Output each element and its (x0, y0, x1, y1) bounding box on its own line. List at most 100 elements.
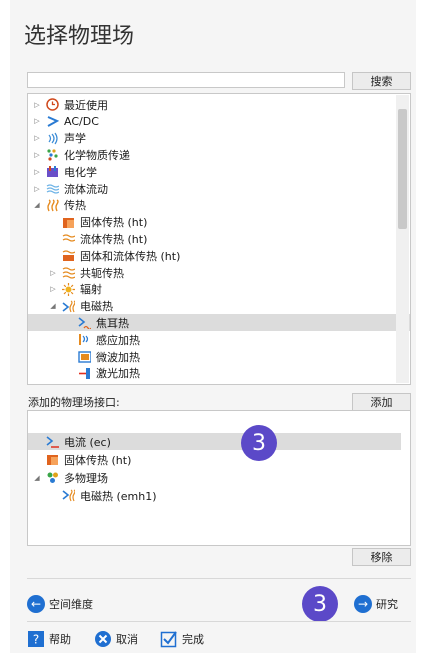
tree-item[interactable]: 感应加热 (28, 331, 140, 348)
tree-item-label: 微波加热 (96, 350, 140, 364)
tree-item[interactable]: ▷ 化学物质传递 (28, 146, 130, 163)
joule-heat-icon (78, 316, 92, 331)
done-label: 完成 (182, 633, 204, 646)
tree-item[interactable]: 焦耳热 (28, 314, 410, 332)
arrow-right-icon: → (354, 595, 372, 613)
tree-item-label: AC/DC (64, 114, 99, 128)
collapse-arrow-icon[interactable]: ◢ (48, 302, 58, 310)
radiation-icon (62, 282, 75, 296)
expand-arrow-icon[interactable]: ▷ (48, 269, 58, 277)
arrow-left-icon: ← (27, 595, 45, 613)
added-interfaces-list: 电流 (ec) 固体传热 (ht) ◢ 多物理场电磁热 (emh1) (27, 410, 411, 546)
svg-text:?: ? (33, 633, 39, 647)
heat-transfer-icon (46, 199, 59, 212)
solid-heat-icon (62, 216, 75, 229)
collapse-arrow-icon[interactable]: ◢ (32, 201, 42, 209)
remove-button[interactable]: 移除 (352, 548, 411, 566)
next-label: 研究 (376, 598, 398, 611)
expand-arrow-icon[interactable]: ▷ (32, 134, 42, 142)
tree-item[interactable]: ▷ 流体流动 (28, 180, 108, 197)
tree-item[interactable]: 固体和流体传热 (ht) (28, 247, 180, 264)
microwave-heating-icon (78, 350, 92, 363)
tree-item-label: 流体传热 (ht) (80, 232, 148, 246)
step-badge: 3 (302, 586, 338, 622)
tree-item[interactable]: 激光加热 (28, 365, 140, 382)
done-button[interactable]: 完成 (160, 630, 204, 648)
acdc-icon (46, 115, 60, 128)
added-item-label: 电流 (ec) (64, 435, 111, 449)
expand-arrow-icon[interactable]: ▷ (32, 151, 42, 159)
recent-icon (46, 98, 59, 111)
solid-fluid-heat-icon (62, 249, 76, 262)
collapse-arrow-icon[interactable]: ◢ (32, 474, 42, 482)
added-item[interactable]: ◢ 多物理场 (28, 469, 108, 486)
tree-item-label: 固体和流体传热 (ht) (80, 249, 181, 263)
page-title: 选择物理场 (24, 24, 135, 49)
add-button[interactable]: 添加 (352, 393, 411, 411)
tree-item-label: 电磁热 (80, 300, 113, 314)
tree-item[interactable]: ▷ 声学 (28, 130, 86, 147)
physics-tree: ▷ 最近使用 ▷ AC/DC ▷ 声学 ▷ 化学物质传递 ▷ 电化学 ▷ 流体流动 ◢ 传热固体传热 (h… (27, 93, 411, 385)
expand-arrow-icon[interactable]: ▷ (48, 285, 58, 293)
laser-heating-icon (78, 367, 91, 380)
tree-item[interactable]: ▷ AC/DC (28, 113, 99, 130)
search-button[interactable]: 搜索 (352, 72, 411, 90)
added-item[interactable]: 电磁热 (emh1) (28, 487, 157, 504)
tree-item-label: 流体流动 (64, 182, 108, 196)
tree-item[interactable]: 固体传热 (ht) (28, 214, 147, 231)
cancel-label: 取消 (116, 633, 138, 646)
added-item[interactable]: 固体传热 (ht) (28, 451, 131, 468)
tree-item[interactable]: ◢ 电磁热 (28, 298, 113, 315)
fluid-flow-icon (46, 182, 60, 195)
step-badge: 3 (241, 425, 277, 461)
search-input[interactable] (27, 72, 345, 88)
expand-arrow-icon[interactable]: ▷ (32, 117, 42, 125)
tree-item[interactable]: 微波加热 (28, 348, 140, 365)
tree-item[interactable]: 流体传热 (ht) (28, 230, 147, 247)
expand-arrow-icon[interactable]: ▷ (32, 168, 42, 176)
next-button[interactable]: → 研究 (354, 595, 398, 613)
done-icon (160, 630, 178, 648)
tree-item-label: 化学物质传递 (64, 148, 130, 162)
added-item-label: 固体传热 (ht) (64, 453, 132, 467)
conjugate-heat-icon (62, 266, 76, 279)
back-label: 空间维度 (49, 598, 93, 611)
tree-item-label: 激光加热 (96, 367, 140, 381)
cancel-button[interactable]: 取消 (94, 630, 138, 648)
tree-item[interactable]: ▷ 电化学 (28, 163, 97, 180)
tree-item-label: 辐射 (80, 283, 102, 297)
induction-heating-icon (78, 333, 91, 346)
chemical-transport-icon (46, 148, 59, 161)
expand-arrow-icon[interactable]: ▷ (32, 101, 42, 109)
tree-item-label: 声学 (64, 132, 86, 146)
tree-item-label: 共轭传热 (80, 266, 124, 280)
added-item-label: 多物理场 (64, 471, 108, 485)
tree-item[interactable]: ▷ 辐射 (28, 281, 102, 298)
solid-heat-icon (46, 453, 59, 466)
electromagnetic-heat-icon (62, 300, 76, 313)
added-item-label: 电磁热 (emh1) (80, 489, 157, 503)
divider (27, 578, 411, 579)
tree-item-label: 焦耳热 (96, 316, 129, 330)
help-button[interactable]: ? 帮助 (27, 630, 71, 648)
divider (27, 621, 411, 622)
electrochemistry-icon (46, 165, 59, 178)
tree-item[interactable]: ▷ 共轭传热 (28, 264, 124, 281)
back-button[interactable]: ← 空间维度 (27, 595, 93, 613)
tree-item-label: 传热 (64, 199, 86, 213)
tree-item-label: 电化学 (64, 165, 97, 179)
tree-item-label: 固体传热 (ht) (80, 216, 148, 230)
added-interfaces-label: 添加的物理场接口: (28, 396, 120, 409)
help-label: 帮助 (49, 633, 71, 646)
multiphysics-icon (46, 471, 59, 484)
fluid-heat-icon (62, 232, 76, 245)
acoustics-icon (46, 132, 59, 145)
tree-item[interactable]: ▷ 最近使用 (28, 96, 108, 113)
help-icon: ? (27, 630, 45, 648)
added-item[interactable]: 电流 (ec) (28, 433, 401, 450)
scrollbar-thumb[interactable] (398, 109, 407, 229)
tree-item-label: 最近使用 (64, 98, 108, 112)
expand-arrow-icon[interactable]: ▷ (32, 185, 42, 193)
tree-item[interactable]: ◢ 传热 (28, 197, 86, 214)
tree-scrollbar[interactable] (396, 95, 409, 383)
